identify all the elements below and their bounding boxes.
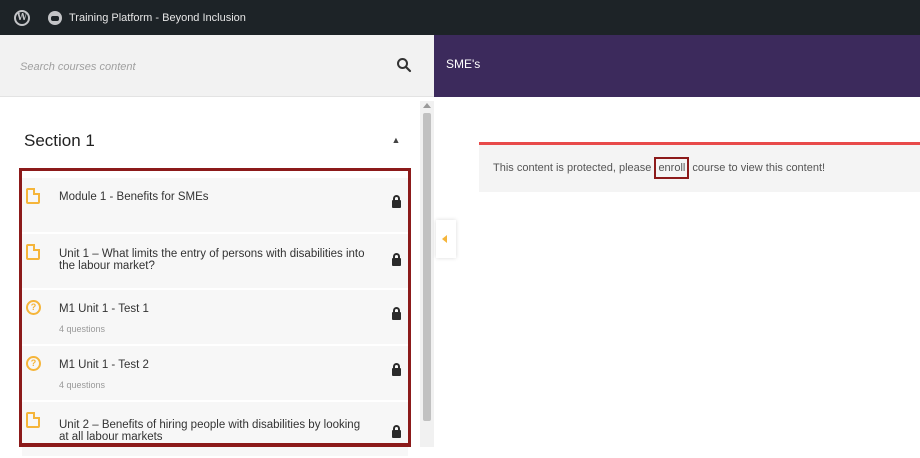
document-icon bbox=[26, 188, 40, 204]
question-count: 4 questions bbox=[59, 380, 106, 390]
search-input[interactable] bbox=[20, 57, 370, 77]
list-item[interactable]: ? M1 Unit 1 - Test 2 4 questions bbox=[22, 346, 408, 402]
lesson-title: Unit 2 – Benefits of hiring people with … bbox=[59, 419, 361, 443]
course-sidebar: Section 1 ▲ Module 1 - Benefits for SMEs… bbox=[0, 35, 434, 458]
lock-icon bbox=[392, 363, 401, 376]
list-item[interactable]: Module 1 - Benefits for SMEs bbox=[22, 178, 408, 234]
list-item[interactable]: ? M1 Unit 1 - Test 1 4 questions bbox=[22, 290, 408, 346]
quiz-icon: ? bbox=[26, 300, 41, 315]
admin-bar: W Training Platform - Beyond Inclusion bbox=[0, 0, 920, 35]
notice-text-before: This content is protected, please bbox=[493, 162, 655, 174]
quiz-title: M1 Unit 1 - Test 2 bbox=[59, 359, 149, 371]
scrollbar-thumb[interactable] bbox=[423, 113, 431, 421]
question-count: 4 questions bbox=[59, 324, 106, 334]
lesson-title: Unit 1 – What limits the entry of person… bbox=[59, 248, 365, 272]
site-icon[interactable] bbox=[48, 10, 62, 25]
lock-icon bbox=[392, 307, 401, 320]
site-title[interactable]: Training Platform - Beyond Inclusion bbox=[69, 12, 246, 24]
lock-icon bbox=[392, 253, 401, 266]
quiz-title: M1 Unit 1 - Test 1 bbox=[59, 303, 149, 315]
notice-text: This content is protected, please enroll… bbox=[493, 157, 826, 179]
protected-content-notice: This content is protected, please enroll… bbox=[479, 142, 920, 192]
sidebar-collapse-button[interactable] bbox=[436, 220, 456, 258]
document-icon bbox=[26, 244, 40, 260]
lock-icon bbox=[392, 195, 401, 208]
enroll-link[interactable]: enroll bbox=[654, 157, 690, 179]
search-icon[interactable] bbox=[396, 57, 416, 77]
list-item[interactable]: Unit 2 – Benefits of hiring people with … bbox=[22, 402, 408, 458]
notice-text-after: course to view this content! bbox=[689, 162, 826, 174]
search-bar bbox=[0, 35, 434, 97]
course-title: SME's bbox=[446, 57, 481, 71]
scroll-up-arrow-icon[interactable] bbox=[423, 103, 431, 108]
sidebar-scrollbar[interactable] bbox=[420, 101, 434, 447]
quiz-icon: ? bbox=[26, 356, 41, 371]
lesson-list: Module 1 - Benefits for SMEs Unit 1 – Wh… bbox=[19, 168, 411, 458]
lock-icon bbox=[392, 425, 401, 438]
wordpress-icon[interactable]: W bbox=[14, 9, 30, 26]
lesson-title: Module 1 - Benefits for SMEs bbox=[59, 191, 209, 203]
list-item[interactable]: Unit 1 – What limits the entry of person… bbox=[22, 234, 408, 290]
course-header: SME's bbox=[434, 35, 920, 97]
document-icon bbox=[26, 412, 40, 428]
list-frame-bottom bbox=[19, 443, 411, 447]
course-content: SME's This content is protected, please … bbox=[434, 35, 920, 447]
section-header[interactable]: Section 1 ▲ bbox=[0, 123, 416, 163]
chevron-up-icon[interactable]: ▲ bbox=[389, 133, 403, 147]
section-title: Section 1 bbox=[24, 131, 95, 150]
